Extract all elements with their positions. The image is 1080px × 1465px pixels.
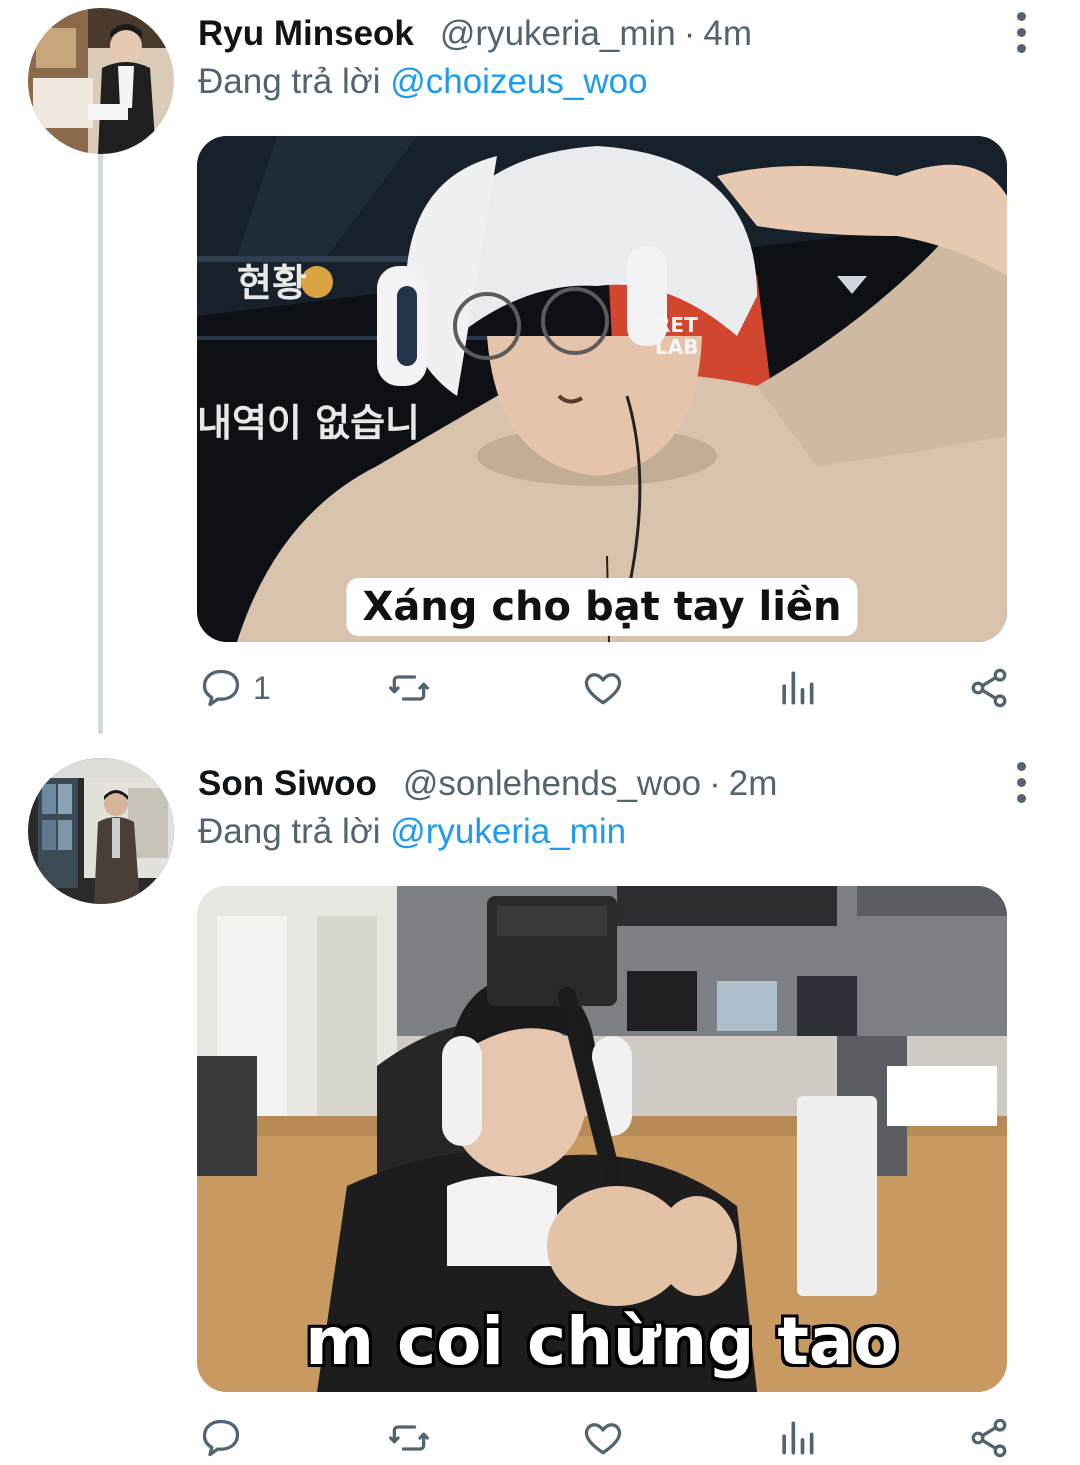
reply-count: 1 [253, 669, 271, 706]
views-button[interactable] [775, 662, 819, 714]
replying-to: Đang trả lời @ryukeria_min [198, 808, 626, 856]
reply-button[interactable]: 1 [199, 662, 271, 714]
reply-icon [202, 669, 240, 707]
avatar-son-siwoo[interactable] [28, 758, 174, 904]
views-icon [782, 671, 814, 705]
overlay-text-1: 현황 [237, 261, 307, 305]
timestamp[interactable]: 2m [729, 764, 778, 804]
thread-connector-line [98, 152, 103, 734]
tweet-media-image[interactable]: 현황 내역이 없습니 RET LAB Xáng cho bạt tay liền [197, 136, 1007, 642]
chair-brand-text-2: LAB [655, 335, 698, 359]
user-handle[interactable]: @ryukeria_min [440, 14, 676, 54]
replying-to-label: Đang trả lời [198, 812, 381, 851]
tweet-header: Son Siwoo @sonlehends_woo · 2m [198, 760, 777, 808]
views-button[interactable] [775, 1412, 819, 1464]
media-caption: Xáng cho bạt tay liền [346, 578, 858, 636]
like-button[interactable] [581, 1412, 635, 1464]
display-name[interactable]: Ryu Minseok [198, 14, 414, 54]
share-icon [971, 1418, 1007, 1458]
share-button[interactable] [967, 662, 1011, 714]
tweet-actions [197, 1412, 1017, 1464]
replying-to: Đang trả lời @choizeus_woo [198, 58, 648, 106]
avatar-ryu-minseok[interactable] [28, 8, 174, 154]
tweet-actions: 1 [197, 662, 1017, 714]
media-caption: m coi chừng tao [305, 1303, 899, 1380]
retweet-icon [389, 675, 429, 701]
share-icon [971, 668, 1007, 708]
reply-button[interactable] [199, 1412, 253, 1464]
display-name[interactable]: Son Siwoo [198, 764, 377, 804]
separator: · [683, 14, 696, 53]
chair-brand-text-1: RET [655, 313, 698, 337]
retweet-button[interactable] [387, 662, 441, 714]
share-button[interactable] [967, 1412, 1011, 1464]
views-icon [782, 1421, 814, 1455]
separator: · [709, 764, 721, 803]
tweet-media-image[interactable]: m coi chừng tao [197, 886, 1007, 1392]
heart-icon [584, 673, 622, 705]
more-vertical-icon[interactable] [1006, 758, 1036, 806]
user-handle[interactable]: @sonlehends_woo [403, 764, 701, 804]
replying-to-label: Đang trả lời [198, 62, 381, 101]
timestamp[interactable]: 4m [703, 14, 752, 54]
heart-icon [584, 1423, 622, 1455]
replying-to-mention[interactable]: @choizeus_woo [390, 62, 647, 101]
reply-icon [202, 1419, 240, 1457]
replying-to-mention[interactable]: @ryukeria_min [390, 812, 626, 851]
more-vertical-icon[interactable] [1006, 8, 1036, 56]
retweet-icon [389, 1425, 429, 1451]
retweet-button[interactable] [387, 1412, 441, 1464]
overlay-text-2: 내역이 없습니 [197, 401, 420, 445]
tweet-header: Ryu Minseok @ryukeria_min · 4m [198, 10, 752, 58]
like-button[interactable] [581, 662, 635, 714]
